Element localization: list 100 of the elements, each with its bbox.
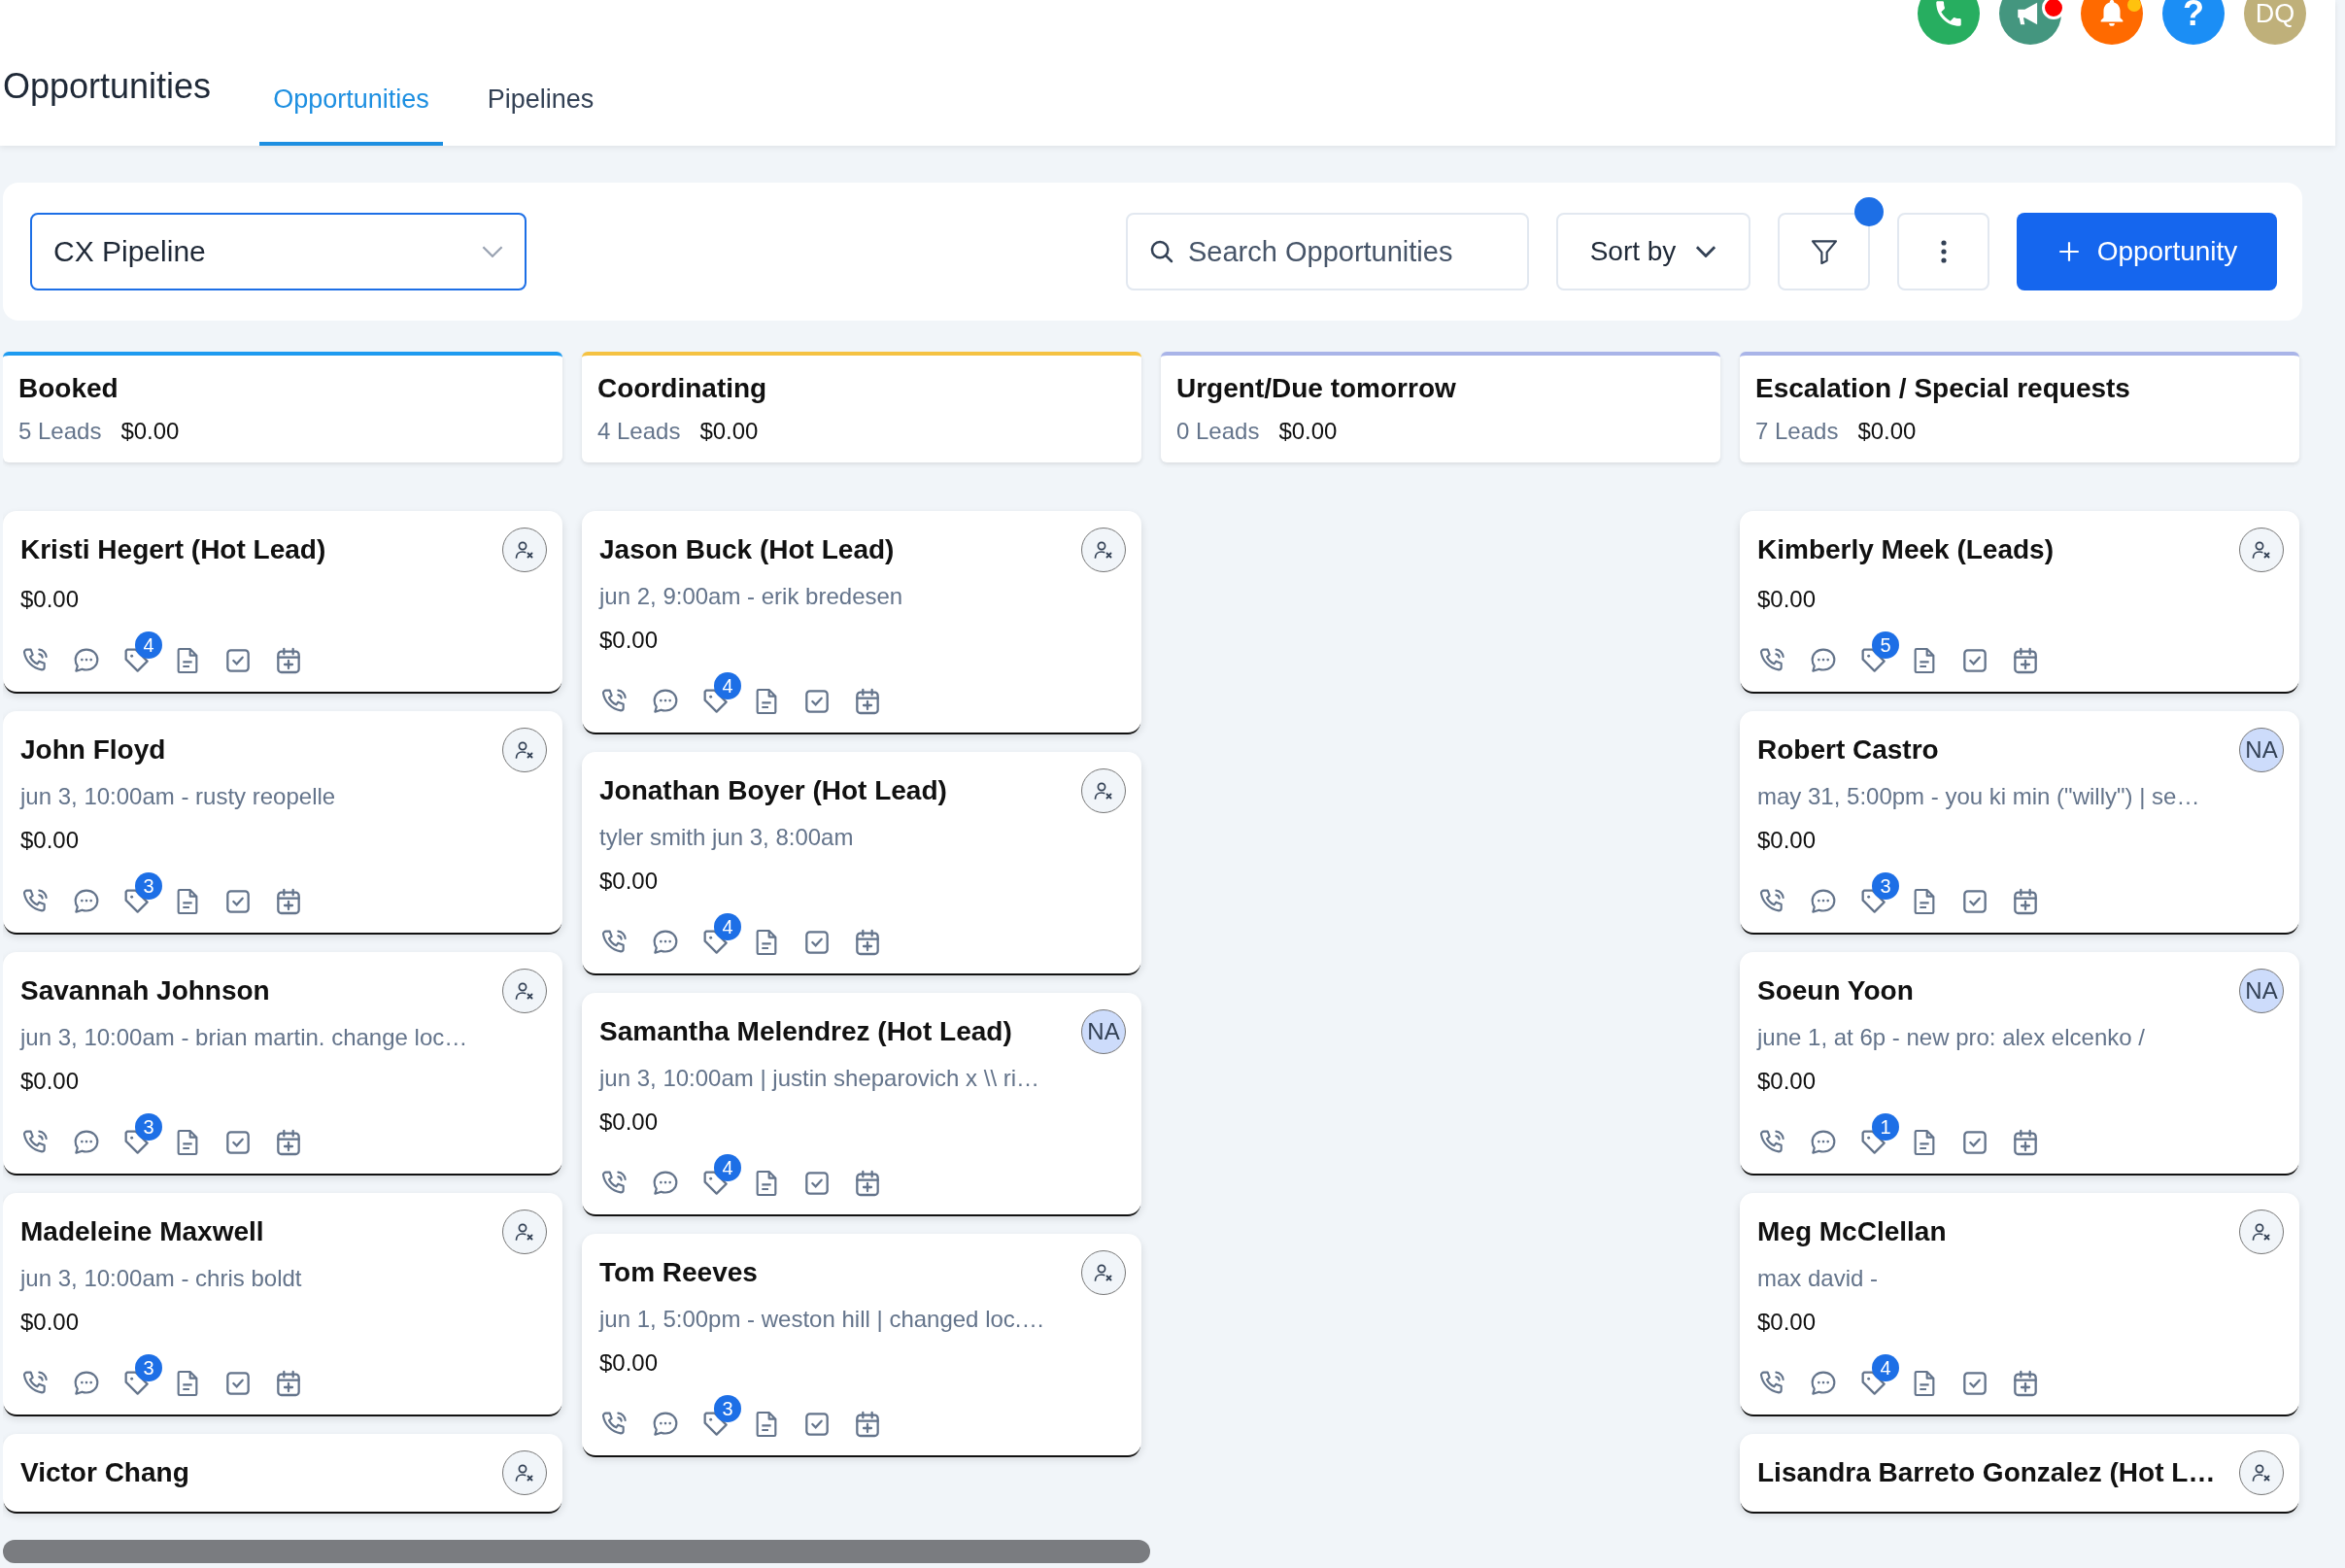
opportunity-card[interactable]: Kimberly Meek (Leads) $0.00 5 <box>1740 511 2299 692</box>
notifications-button[interactable] <box>2081 0 2143 45</box>
opportunity-card[interactable]: John Floyd jun 3, 10:00am - rusty reopelle $0.00 3 <box>3 711 562 933</box>
lead-count: 7 Leads <box>1755 418 1839 445</box>
tag-count-badge: 1 <box>1872 1113 1899 1141</box>
column-total: $0.00 <box>699 418 759 445</box>
appointment-note: jun 3, 10:00am | justin sheparovich x \\ ri… <box>599 1064 1041 1093</box>
lead-count: 5 Leads <box>18 418 102 445</box>
tag-count-badge: 4 <box>1872 1354 1899 1381</box>
appointment-note: jun 3, 10:00am - brian martin. change loc… <box>20 1023 469 1052</box>
lead-count: 0 Leads <box>1176 418 1260 445</box>
contact-name: Meg McClellan <box>1757 1216 1947 1247</box>
tab[interactable]: Pipelines <box>473 85 608 146</box>
deal-value: $0.00 <box>20 585 81 614</box>
opportunity-card[interactable]: Victor Chang <box>3 1434 562 1512</box>
deal-value: $0.00 <box>20 1067 81 1096</box>
filter-button[interactable] <box>1778 213 1870 290</box>
assign-user-button[interactable] <box>502 1450 547 1495</box>
deal-value: $0.00 <box>1757 585 1818 614</box>
appointment-note: jun 3, 10:00am - chris boldt <box>20 1264 303 1293</box>
tag-count-badge: 4 <box>714 1154 741 1181</box>
sort-button[interactable]: Sort by <box>1556 213 1750 290</box>
opportunity-card[interactable]: Madeleine Maxwell jun 3, 10:00am - chris boldt $0.00 3 <box>3 1193 562 1415</box>
contact-name: Madeleine Maxwell <box>20 1216 264 1247</box>
assign-user-button[interactable] <box>502 1210 547 1254</box>
opportunity-card[interactable]: Kristi Hegert (Hot Lead) $0.00 4 <box>3 511 562 692</box>
assign-user-button[interactable] <box>2239 1210 2284 1254</box>
pipeline-select[interactable]: CX Pipeline <box>30 213 527 290</box>
column-title: Coordinating <box>597 373 768 404</box>
contact-name: Victor Chang <box>20 1457 189 1488</box>
appointment-note: tyler smith jun 3, 8:00am <box>599 823 855 852</box>
opportunity-card[interactable]: Jonathan Boyer (Hot Lead) tyler smith jun 3, 8:00am $0.00 4 <box>582 752 1141 973</box>
horizontal-scrollbar[interactable] <box>3 1540 1150 1563</box>
appointment-note: may 31, 5:00pm - you ki min ("willy") | se… <box>1757 782 2201 811</box>
opportunity-card[interactable]: Soeun Yoon NA june 1, at 6p - new pro: alex elcenko / $0.00 1 <box>1740 952 2299 1174</box>
deal-value: $0.00 <box>599 867 660 896</box>
opportunity-card[interactable]: Tom Reeves jun 1, 5:00pm - weston hill | changed loc.… $0.00 3 <box>582 1234 1141 1455</box>
opportunity-card[interactable]: Lisandra Barreto Gonzalez (Hot L… <box>1740 1434 2299 1512</box>
contact-name: Soeun Yoon <box>1757 975 1914 1006</box>
appointment-note: max david - <box>1757 1264 1880 1293</box>
assign-user-button[interactable] <box>502 528 547 572</box>
appointment-note: june 1, at 6p - new pro: alex elcenko / <box>1757 1023 2146 1052</box>
tag-count-badge: 3 <box>714 1395 741 1422</box>
deal-value: $0.00 <box>20 826 81 855</box>
tag-count-badge: 3 <box>135 1113 162 1141</box>
add-opportunity-button[interactable]: Opportunity <box>2017 213 2277 290</box>
assignee-avatar[interactable]: NA <box>2239 969 2284 1013</box>
opportunity-card[interactable]: Samantha Melendrez (Hot Lead) NA jun 3, 10:00am | justin sheparovich x \\ ri… $0.00 4 <box>582 993 1141 1214</box>
column-total: $0.00 <box>1278 418 1338 445</box>
assign-user-button[interactable] <box>502 728 547 772</box>
contact-name: Robert Castro <box>1757 734 1939 766</box>
deal-value: $0.00 <box>599 626 660 655</box>
phone-button[interactable] <box>1918 0 1980 45</box>
column-title: Escalation / Special requests <box>1755 373 2131 404</box>
search-field[interactable]: Search Opportunities <box>1126 213 1529 290</box>
column-total: $0.00 <box>1857 418 1917 445</box>
deal-value: $0.00 <box>20 1308 81 1337</box>
assignee-avatar[interactable]: NA <box>2239 728 2284 772</box>
contact-name: Samantha Melendrez (Hot Lead) <box>599 1016 1012 1047</box>
opportunity-card[interactable]: Meg McClellan max david - $0.00 4 <box>1740 1193 2299 1415</box>
appointment-note: jun 2, 9:00am - erik bredesen <box>599 582 904 611</box>
contact-name: Kimberly Meek (Leads) <box>1757 534 2054 565</box>
deal-value: $0.00 <box>599 1348 660 1378</box>
chevron-down-icon <box>482 246 503 257</box>
contact-name: Jonathan Boyer (Hot Lead) <box>599 775 947 806</box>
assign-user-button[interactable] <box>1081 1250 1126 1295</box>
column-title: Booked <box>18 373 119 404</box>
assign-user-button[interactable] <box>2239 1450 2284 1495</box>
deal-value: $0.00 <box>1757 1308 1818 1337</box>
contact-name: Lisandra Barreto Gonzalez (Hot L… <box>1757 1457 2216 1488</box>
column-title: Urgent/Due tomorrow <box>1176 373 1457 404</box>
appointment-note: jun 3, 10:00am - rusty reopelle <box>20 782 337 811</box>
tag-count-badge: 3 <box>1872 872 1899 900</box>
contact-name: Savannah Johnson <box>20 975 270 1006</box>
assign-user-button[interactable] <box>502 969 547 1013</box>
opportunity-card[interactable]: Jason Buck (Hot Lead) jun 2, 9:00am - erik bredesen $0.00 4 <box>582 511 1141 733</box>
contact-name: Tom Reeves <box>599 1257 758 1288</box>
column-total: $0.00 <box>120 418 180 445</box>
assign-user-button[interactable] <box>1081 768 1126 813</box>
tag-count-badge: 3 <box>135 872 162 900</box>
contact-name: Jason Buck (Hot Lead) <box>599 534 895 565</box>
opportunity-card[interactable]: Robert Castro NA may 31, 5:00pm - you ki min ("willy") | se… $0.00 3 <box>1740 711 2299 933</box>
page-title: Opportunities <box>3 66 212 107</box>
chevron-down-icon <box>1695 246 1717 257</box>
assignee-avatar[interactable]: NA <box>1081 1009 1126 1054</box>
contact-name: John Floyd <box>20 734 166 766</box>
more-icon <box>1939 238 1948 265</box>
announcements-button[interactable] <box>1999 0 2061 45</box>
tag-count-badge: 5 <box>1872 631 1899 659</box>
assign-user-button[interactable] <box>1081 528 1126 572</box>
tag-count-badge: 4 <box>714 672 741 699</box>
opportunity-card[interactable]: Savannah Johnson jun 3, 10:00am - brian martin. change loc… $0.00 3 <box>3 952 562 1174</box>
tag-count-badge: 4 <box>714 913 741 940</box>
lead-count: 4 Leads <box>597 418 681 445</box>
deal-value: $0.00 <box>1757 826 1818 855</box>
tag-count-badge: 4 <box>135 631 162 659</box>
assign-user-button[interactable] <box>2239 528 2284 572</box>
deal-value: $0.00 <box>599 1108 660 1137</box>
appointment-note: jun 1, 5:00pm - weston hill | changed loc.… <box>599 1305 1046 1334</box>
deal-value: $0.00 <box>1757 1067 1818 1096</box>
